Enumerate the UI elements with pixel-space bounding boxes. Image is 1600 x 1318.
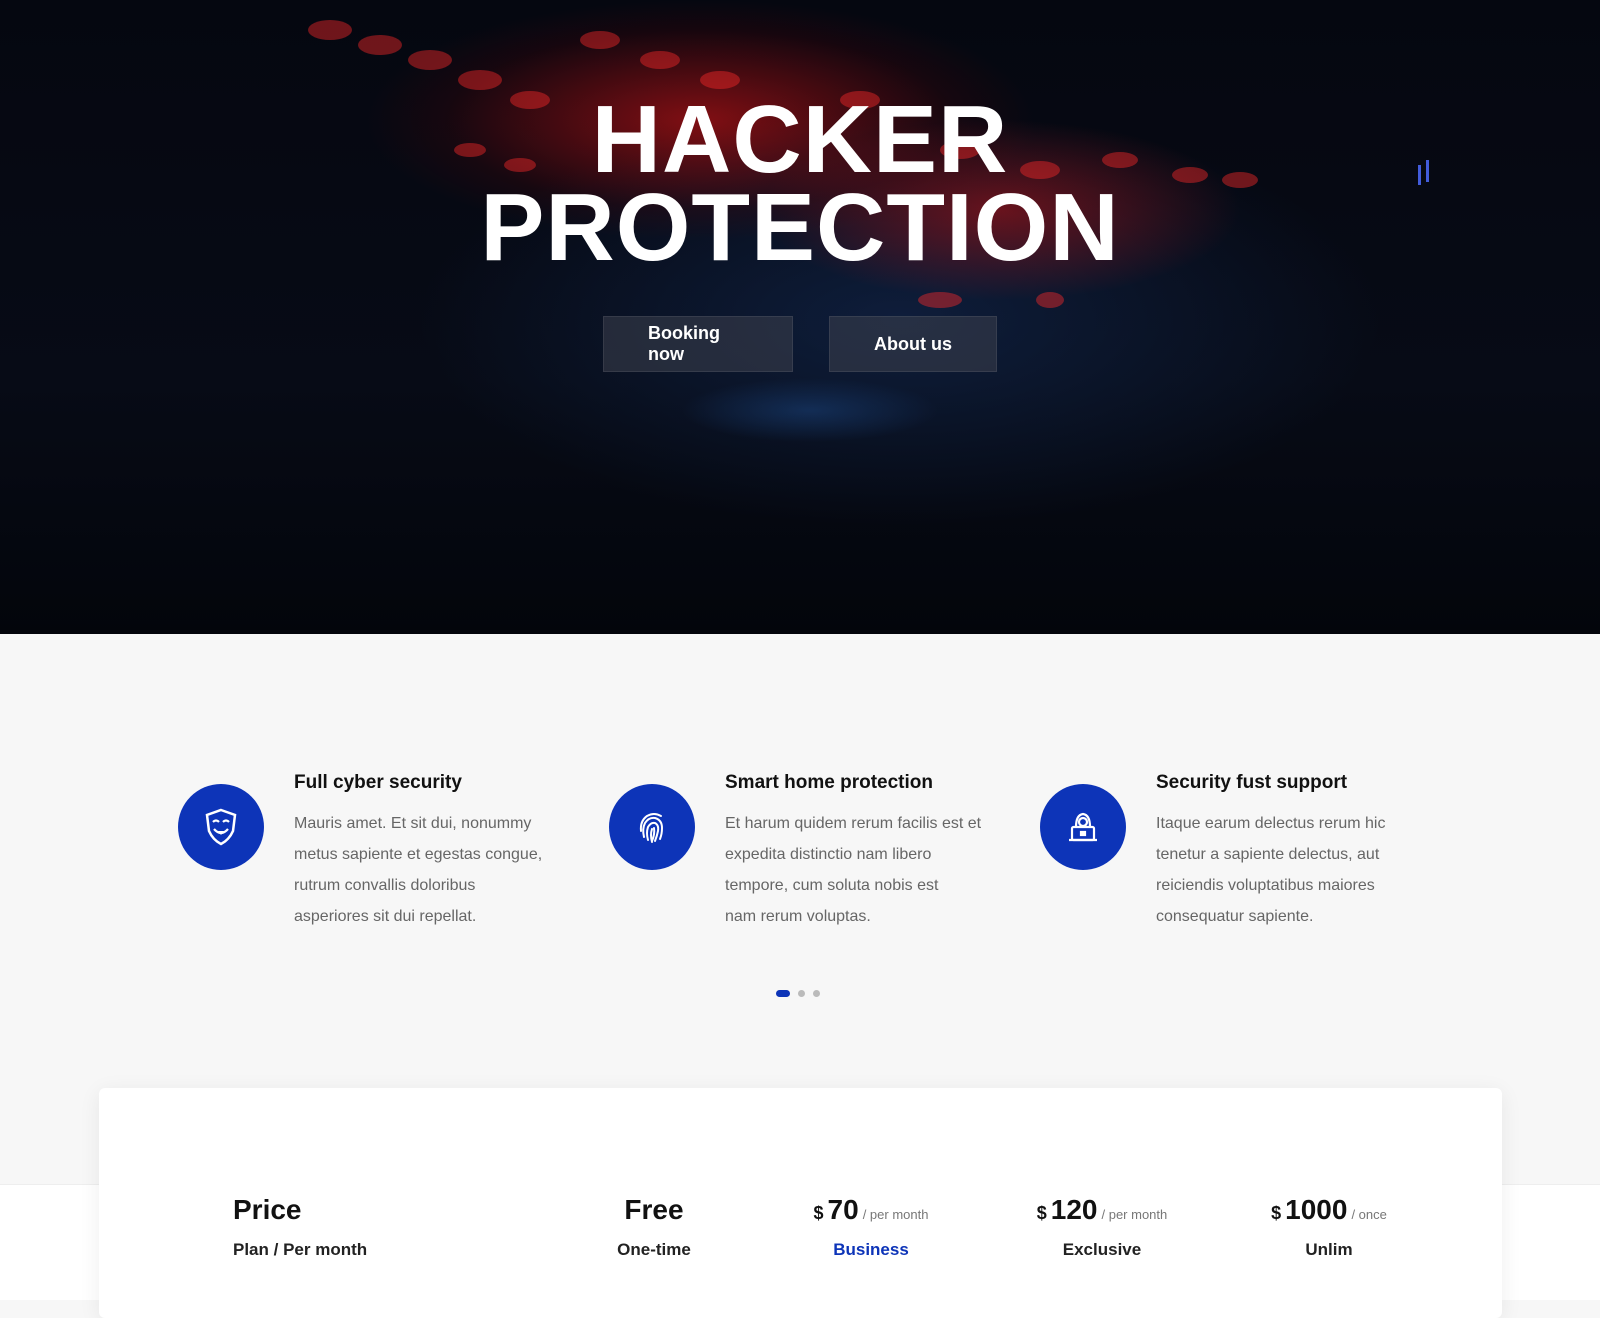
plan-amount: 120 — [1050, 1194, 1098, 1225]
plan-period: / once — [1351, 1207, 1387, 1222]
plan-period: / per month — [862, 1207, 929, 1222]
feature-description: Mauris amet. Et sit dui, nonummy metus s… — [294, 808, 542, 932]
feature-line: tenetur a sapiente delectus, aut — [1156, 846, 1380, 863]
plan-name: Unlim — [1305, 1240, 1353, 1259]
carousel-dot-1[interactable] — [776, 990, 790, 997]
carousel-dot-3[interactable] — [813, 990, 820, 997]
feature-line: tempore, cum soluta nobis est — [725, 877, 939, 894]
feature-line: reiciendis voluptatibus maiores — [1156, 877, 1375, 894]
fingerprint-icon — [639, 813, 664, 843]
plan-currency: $ — [1271, 1203, 1282, 1223]
plan-amount: 1000 — [1285, 1194, 1348, 1225]
feature-icon-circle — [1040, 784, 1126, 870]
booking-now-button[interactable]: Booking now — [603, 316, 793, 372]
feature-card-smart-home: Smart home protection Et harum quidem re… — [609, 772, 1009, 932]
plan-currency: $ — [1036, 1203, 1047, 1223]
feature-line: rutrum convallis doloribus — [294, 877, 476, 894]
plan-column-business[interactable]: $70/ per month Business — [771, 1194, 971, 1260]
plan-column-free[interactable]: Free One-time — [569, 1194, 739, 1260]
feature-line: expedita distinctio nam libero — [725, 846, 932, 863]
feature-line: metus sapiente et egestas congue, — [294, 846, 543, 863]
pricing-table: Price Plan / Per month Free One-time $70… — [99, 1088, 1502, 1318]
plan-column-unlim[interactable]: $1000/ once Unlim — [1219, 1194, 1439, 1260]
plan-period: / per month — [1101, 1207, 1168, 1222]
feature-line: asperiores sit dui repellat. — [294, 908, 477, 925]
plan-amount: 70 — [827, 1194, 859, 1225]
anonymous-mask-shield-icon — [205, 808, 237, 846]
plan-name: Business — [833, 1240, 909, 1259]
hero-buttons: Booking now About us — [0, 316, 1600, 372]
hacker-laptop-icon — [1069, 812, 1097, 842]
feature-title: Full cyber security — [294, 772, 462, 793]
feature-description: Itaque earum delectus rerum hic tenetur … — [1156, 808, 1385, 932]
feature-line: Itaque earum delectus rerum hic — [1156, 815, 1386, 832]
price-heading: Price — [233, 1194, 302, 1225]
carousel-dots — [776, 990, 820, 997]
pricing-label-column: Price Plan / Per month — [233, 1194, 367, 1260]
feature-line: Et harum quidem rerum facilis est et — [725, 815, 982, 832]
feature-description: Et harum quidem rerum facilis est et exp… — [725, 808, 981, 932]
about-us-button[interactable]: About us — [829, 316, 997, 372]
feature-card-support: Security fust support Itaque earum delec… — [1040, 772, 1440, 932]
plan-column-exclusive[interactable]: $120/ per month Exclusive — [992, 1194, 1212, 1260]
feature-card-cyber-security: Full cyber security Mauris amet. Et sit … — [178, 772, 578, 932]
plan-amount: Free — [624, 1194, 684, 1225]
plan-name: Exclusive — [1062, 1240, 1142, 1259]
plan-currency: $ — [813, 1203, 824, 1223]
price-subheading: Plan / Per month — [233, 1240, 368, 1259]
hero-title-line2: PROTECTION — [480, 174, 1120, 281]
feature-icon-circle — [609, 784, 695, 870]
hero-section: HACKER PROTECTION Booking now About us — [0, 0, 1600, 634]
plan-price: $70/ per month — [771, 1194, 971, 1226]
feature-line: consequatur sapiente. — [1156, 908, 1314, 925]
plan-price: $1000/ once — [1219, 1194, 1439, 1226]
feature-title: Smart home protection — [725, 772, 933, 793]
plan-name: One-time — [617, 1240, 691, 1259]
hero-title: HACKER PROTECTION — [0, 92, 1600, 276]
carousel-dot-2[interactable] — [798, 990, 805, 997]
plan-price: $120/ per month — [992, 1194, 1212, 1226]
feature-title: Security fust support — [1156, 772, 1348, 793]
plan-price: Free — [569, 1194, 739, 1226]
feature-line: nam rerum voluptas. — [725, 908, 871, 925]
feature-line: Mauris amet. Et sit dui, nonummy — [294, 815, 532, 832]
feature-icon-circle — [178, 784, 264, 870]
